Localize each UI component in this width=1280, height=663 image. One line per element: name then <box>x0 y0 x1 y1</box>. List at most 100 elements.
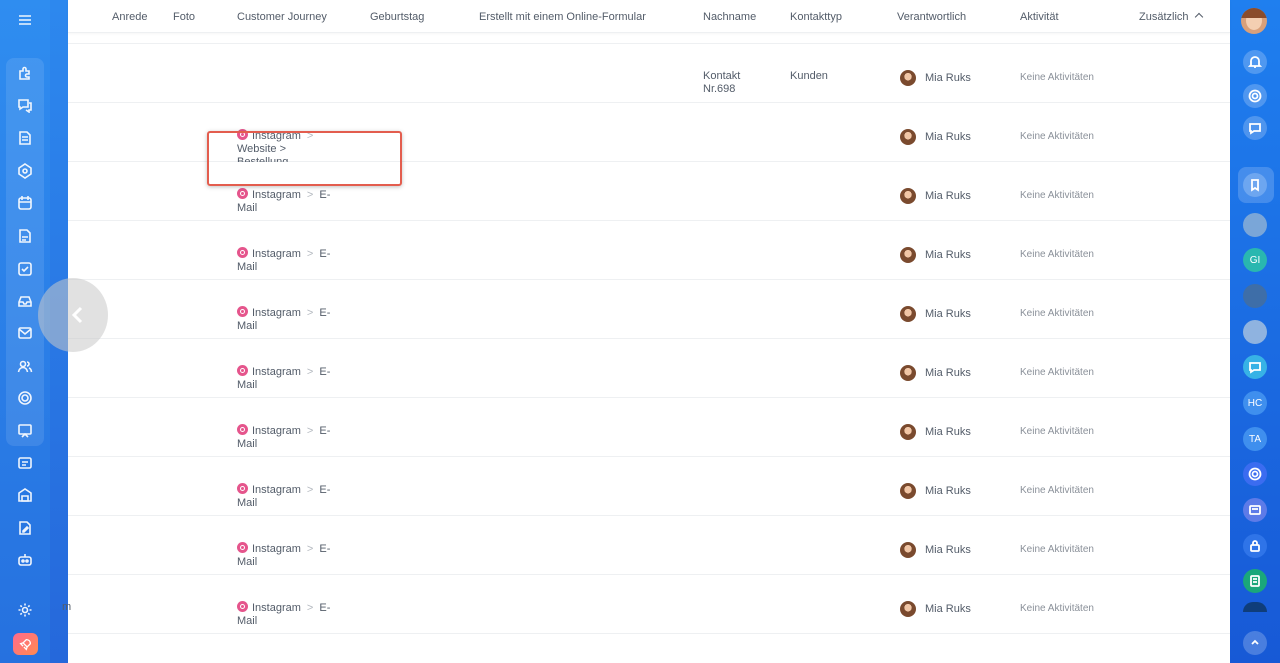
avatar <box>900 483 916 499</box>
aktivitaet-cell: Keine Aktivitäten <box>1020 485 1094 496</box>
responsible-name: Mia Ruks <box>925 307 971 320</box>
instagram-icon <box>237 306 248 317</box>
edit-document-icon[interactable] <box>12 515 38 541</box>
separator: > <box>306 189 314 201</box>
badge-gi[interactable]: GI <box>1243 248 1267 272</box>
col-geburtstag[interactable]: Geburtstag <box>370 11 424 23</box>
journey-source: Instagram <box>252 366 301 378</box>
verantwortlich-cell[interactable]: Mia Ruks <box>900 601 971 617</box>
verantwortlich-cell[interactable]: Mia Ruks <box>900 247 971 263</box>
bookmark-icon[interactable] <box>1243 173 1267 197</box>
verantwortlich-cell[interactable]: Mia Ruks <box>900 188 971 204</box>
badge-ta[interactable]: TA <box>1243 427 1267 451</box>
table-row[interactable]: Instagram > E- Mail Mia Ruks Keine Aktivitäte… <box>68 221 1230 280</box>
user-avatar[interactable] <box>1241 8 1267 34</box>
separator: > <box>306 543 314 555</box>
group-avatar-3[interactable] <box>1243 320 1267 344</box>
nachname-line1: Kontakt <box>703 70 741 82</box>
spiral-icon[interactable] <box>1243 462 1267 486</box>
verantwortlich-cell[interactable]: Mia Ruks <box>900 542 971 558</box>
col-anrede[interactable]: Anrede <box>112 11 147 23</box>
customer-journey-cell[interactable]: Instagram > E- Mail <box>237 306 337 333</box>
journey-tail: E- <box>319 484 331 496</box>
col-customer-journey[interactable]: Customer Journey <box>237 11 327 23</box>
customer-journey-cell[interactable]: Instagram > E- Mail <box>237 365 337 392</box>
customer-journey-cell[interactable]: Instagram > E- Mail <box>237 247 337 274</box>
journey-tail: E- <box>319 543 331 555</box>
spreadsheet-icon[interactable] <box>1243 569 1267 593</box>
sites-icon[interactable] <box>12 385 38 411</box>
instagram-icon <box>237 188 248 199</box>
chat-icon[interactable] <box>12 92 38 118</box>
col-online-formular[interactable]: Erstellt mit einem Online-Formular <box>479 11 646 23</box>
menu-icon[interactable] <box>12 7 38 33</box>
group-avatar-2[interactable] <box>1243 284 1267 308</box>
responsible-name: Mia Ruks <box>925 602 971 615</box>
customer-journey-cell[interactable]: Instagram > E- Mail <box>237 601 337 628</box>
journey-source: Instagram <box>252 484 301 496</box>
verantwortlich-cell[interactable]: Mia Ruks <box>900 483 971 499</box>
customer-journey-cell[interactable]: Instagram > E- Mail <box>237 188 337 215</box>
table-row[interactable]: Instagram > E- Mail Mia Ruks Keine Aktivitäte… <box>68 457 1230 516</box>
nachname-cell[interactable]: Kontakt Nr.698 <box>703 70 740 96</box>
file-icon[interactable] <box>12 223 38 249</box>
calendar-icon[interactable] <box>12 190 38 216</box>
responsible-name: Mia Ruks <box>925 248 971 261</box>
badge-hc[interactable]: HC <box>1243 391 1267 415</box>
journey-step: Mail <box>237 202 258 214</box>
chat-bubble-icon[interactable] <box>1243 355 1267 379</box>
search-chat-icon[interactable] <box>1243 116 1267 140</box>
table-row[interactable]: Instagram > E- Mail Mia Ruks Keine Aktivitäte… <box>68 280 1230 339</box>
partial-avatar[interactable] <box>1243 602 1267 612</box>
col-verantwortlich[interactable]: Verantwortlich <box>897 11 966 23</box>
table-row[interactable]: Instagram > E- Mail Mia Ruks Keine Aktivitäte… <box>68 339 1230 398</box>
verantwortlich-cell[interactable]: Mia Ruks <box>900 70 971 86</box>
customer-journey-cell[interactable]: Instagram > E- Mail <box>237 542 337 569</box>
instagram-icon <box>237 483 248 494</box>
tasks-icon[interactable] <box>12 256 38 282</box>
col-aktivitaet[interactable]: Aktivität <box>1020 11 1059 23</box>
puzzle-icon[interactable] <box>12 60 38 86</box>
chevron-up-icon <box>1194 12 1203 22</box>
col-kontakttyp[interactable]: Kontakttyp <box>790 11 842 23</box>
col-nachname[interactable]: Nachname <box>703 11 756 23</box>
verantwortlich-cell[interactable]: Mia Ruks <box>900 129 971 145</box>
document-icon[interactable] <box>12 125 38 151</box>
verantwortlich-cell[interactable]: Mia Ruks <box>900 306 971 322</box>
contacts-icon[interactable] <box>12 353 38 379</box>
customer-journey-cell[interactable]: Instagram > E- Mail <box>237 483 337 510</box>
group-avatar-1[interactable] <box>1243 213 1267 237</box>
notifications-icon[interactable] <box>1243 50 1267 74</box>
table-row[interactable]: Kontakt Nr.698 Kunden Mia Ruks Keine Aktivit… <box>68 44 1230 103</box>
partial-cell: m <box>62 601 72 613</box>
journey-source: Instagram <box>252 248 301 260</box>
target-icon[interactable] <box>1243 84 1267 108</box>
warehouse-icon[interactable] <box>12 482 38 508</box>
journey-tail: E- <box>319 307 331 319</box>
inbox-icon[interactable] <box>12 288 38 314</box>
terminal-icon[interactable] <box>12 450 38 476</box>
robot-icon[interactable] <box>12 547 38 573</box>
separator: > <box>306 307 314 319</box>
verantwortlich-cell[interactable]: Mia Ruks <box>900 424 971 440</box>
table-row[interactable]: Instagram > E- Mail Mia Ruks Keine Aktivitäte… <box>68 398 1230 457</box>
avatar <box>900 424 916 440</box>
aktivitaet-cell: Keine Aktivitäten <box>1020 190 1094 201</box>
mail-icon[interactable] <box>12 320 38 346</box>
customer-journey-cell[interactable]: Instagram > E- Mail <box>237 424 337 451</box>
table-row[interactable]: Instagram > E- Mail Mia Ruks Keine Aktivitäte… <box>68 516 1230 575</box>
journey-tail: E- <box>319 366 331 378</box>
settings-icon[interactable] <box>12 597 38 623</box>
col-foto[interactable]: Foto <box>173 11 195 23</box>
responsible-name: Mia Ruks <box>925 366 971 379</box>
table-row[interactable]: m Instagram > E- Mail Mia Ruks Keine Aktivität… <box>62 575 1230 634</box>
presentation-icon[interactable] <box>12 418 38 444</box>
scroll-top-button[interactable] <box>1243 631 1267 655</box>
verantwortlich-cell[interactable]: Mia Ruks <box>900 365 971 381</box>
id-card-icon[interactable] <box>1243 498 1267 522</box>
crm-icon[interactable] <box>12 158 38 184</box>
rocket-icon[interactable] <box>13 633 38 655</box>
lock-icon[interactable] <box>1243 534 1267 558</box>
previous-button[interactable] <box>38 278 108 352</box>
extra-columns-toggle[interactable]: Zusätzlich <box>1139 11 1203 23</box>
